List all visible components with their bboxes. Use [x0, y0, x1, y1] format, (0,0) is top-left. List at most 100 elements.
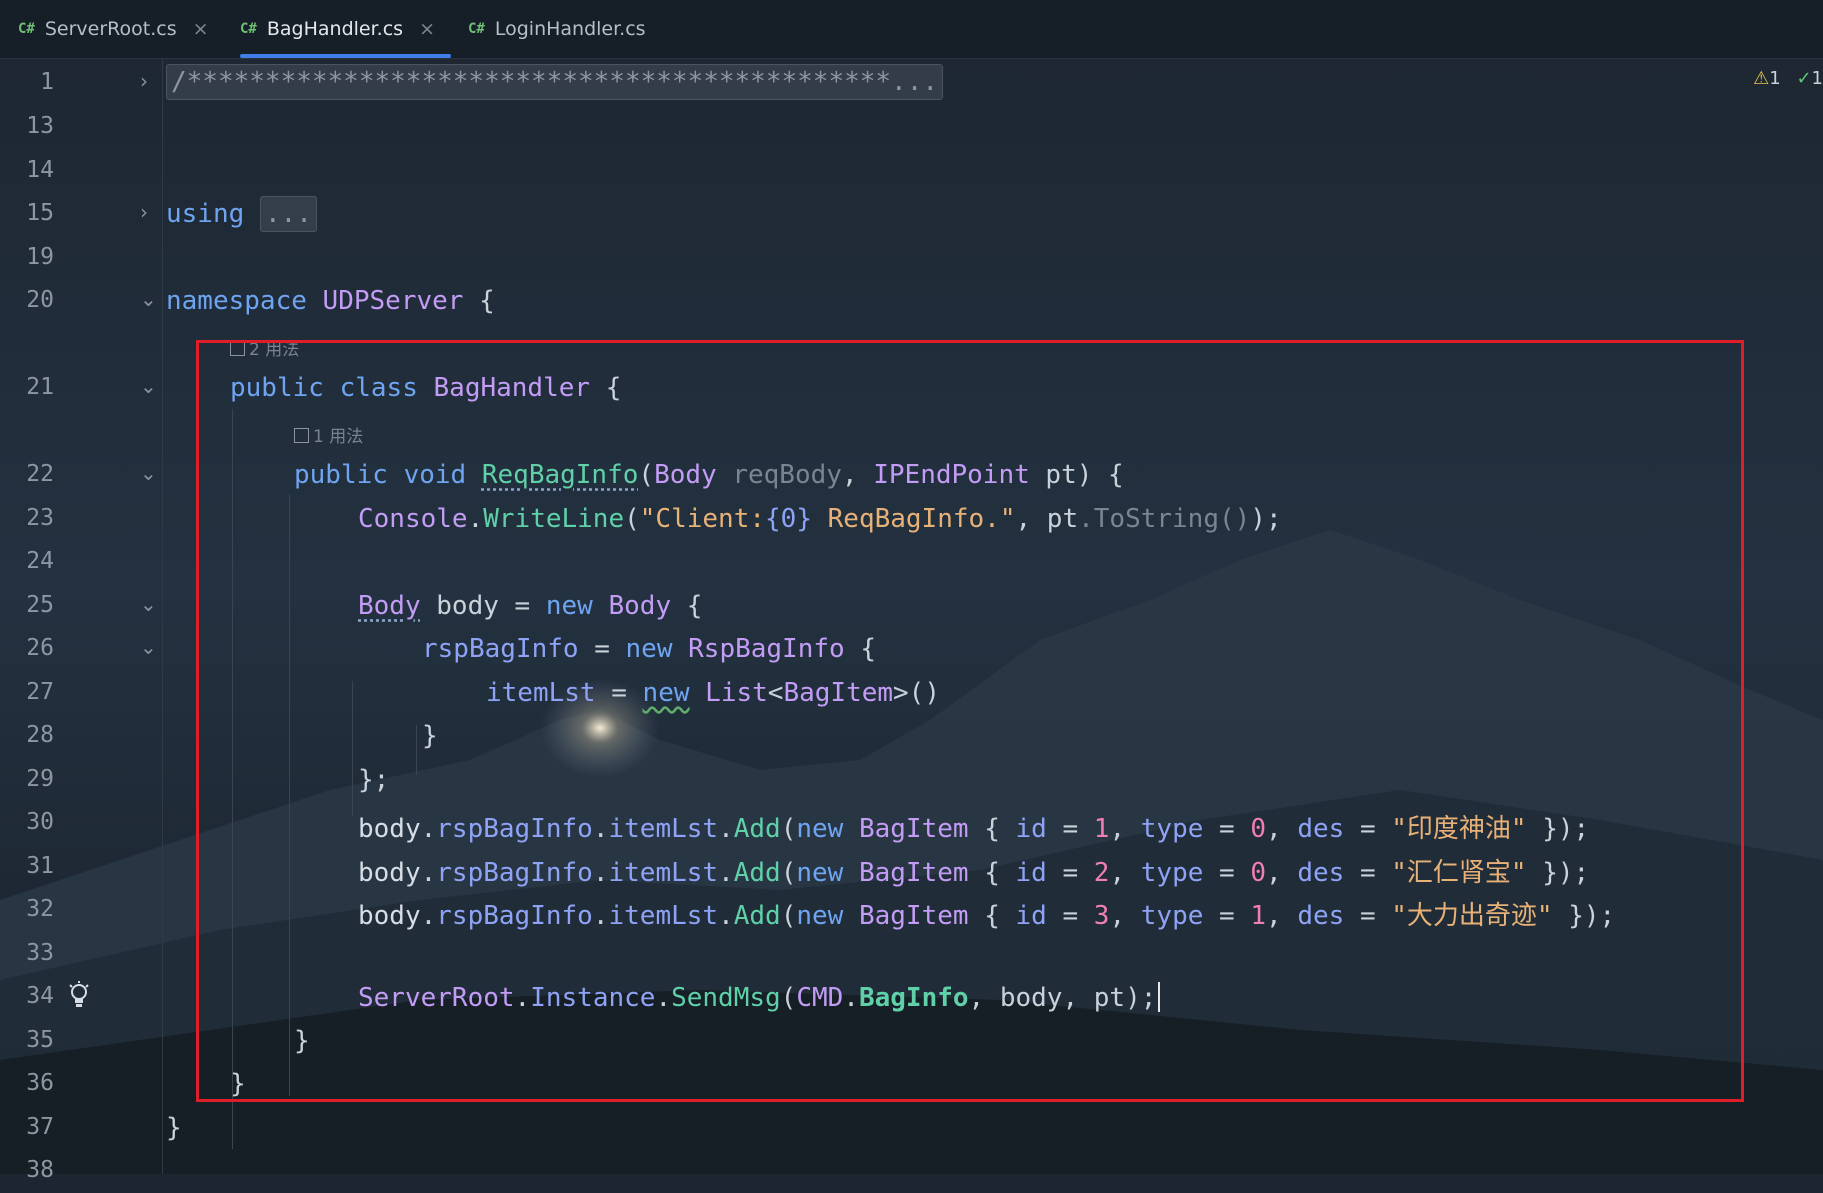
warning-count: 1 [1769, 68, 1781, 89]
tab-label: BagHandler.cs [266, 18, 404, 40]
line-number: 20 [26, 287, 54, 313]
editor-tab-bar: C# ServerRoot.cs × C# BagHandler.cs × C#… [0, 0, 1823, 59]
tab-label: LoginHandler.cs [494, 18, 646, 40]
text-caret [1158, 982, 1161, 1012]
line-number: 26 [26, 635, 54, 661]
close-icon[interactable]: × [419, 18, 435, 40]
itemlst-initializer: itemLst = new List<BagItem>() [486, 678, 940, 708]
line-number: 27 [26, 679, 54, 705]
line-number: 32 [26, 896, 54, 922]
line-number: 15 [26, 200, 54, 226]
closing-brace: } [166, 1113, 182, 1143]
line-number: 38 [26, 1157, 54, 1183]
line-number: 19 [26, 244, 54, 270]
usages-icon [294, 428, 309, 443]
code-line: 31 body.rspBagInfo.itemLst.Add(new BagIt… [0, 845, 1823, 889]
add-item-statement: body.rspBagInfo.itemLst.Add(new BagItem … [358, 858, 1590, 888]
line-number: 23 [26, 505, 54, 531]
code-line: 32 body.rspBagInfo.itemLst.Add(new BagIt… [0, 888, 1823, 932]
code-line: 22 ⌄ public void ReqBagInfo(Body reqBody… [0, 453, 1823, 497]
code-line: 34 ServerRoot.Instance.SendMsg(CMD.BagIn… [0, 975, 1823, 1019]
check-icon: ✓ [1796, 68, 1812, 89]
code-line: 28 } [0, 714, 1823, 758]
closing-brace: }; [358, 765, 390, 795]
method-declaration: public void ReqBagInfo(Body reqBody, IPE… [294, 460, 1124, 490]
ok-count: 1 [1811, 68, 1823, 89]
line-number: 1 [40, 69, 54, 95]
line-number: 24 [26, 548, 54, 574]
namespace-declaration: namespace UDPServer { [166, 286, 495, 316]
line-number: 37 [26, 1114, 54, 1140]
code-line: 30 body.rspBagInfo.itemLst.Add(new BagIt… [0, 801, 1823, 845]
line-number: 35 [26, 1027, 54, 1053]
body-declaration: Body body = new Body { [358, 591, 703, 621]
line-number: 21 [26, 374, 54, 400]
code-line: 19 [0, 236, 1823, 280]
fold-arrow-icon[interactable]: › [140, 69, 148, 93]
line-number: 22 [26, 461, 54, 487]
line-number: 33 [26, 940, 54, 966]
line-number: 25 [26, 592, 54, 618]
code-line: 27 itemLst = new List<BagItem>() [0, 671, 1823, 715]
code-line: 24 [0, 540, 1823, 584]
csharp-file-icon: C# [468, 21, 485, 37]
using-directive: using ... [166, 196, 317, 232]
closing-brace: } [294, 1026, 310, 1056]
usages-icon [230, 341, 245, 356]
fold-arrow-icon[interactable]: ⌄ [140, 592, 157, 616]
closing-brace: } [422, 721, 438, 751]
lightbulb-icon[interactable] [68, 981, 90, 1011]
code-line: 14 [0, 149, 1823, 193]
fold-arrow-icon[interactable]: ⌄ [140, 635, 157, 659]
fold-arrow-icon[interactable]: ⌄ [140, 287, 157, 311]
code-line: 13 [0, 105, 1823, 149]
tab-loginhandler[interactable]: C# LoginHandler.cs [468, 0, 646, 58]
code-line: 20 ⌄ namespace UDPServer { [0, 279, 1823, 323]
line-number: 14 [26, 157, 54, 183]
class-declaration: public class BagHandler { [230, 373, 622, 403]
add-item-statement: body.rspBagInfo.itemLst.Add(new BagItem … [358, 901, 1616, 931]
csharp-file-icon: C# [240, 21, 257, 37]
code-line: 36 } [0, 1062, 1823, 1106]
add-item-statement: body.rspBagInfo.itemLst.Add(new BagItem … [358, 814, 1590, 844]
code-line: 23 Console.WriteLine("Client:{0} ReqBagI… [0, 497, 1823, 541]
tab-serverroot[interactable]: C# ServerRoot.cs × [18, 0, 209, 58]
code-line: 33 [0, 932, 1823, 976]
indent-guide [232, 409, 233, 1149]
close-icon[interactable]: × [193, 18, 209, 40]
code-line: 35 } [0, 1019, 1823, 1063]
tab-label: ServerRoot.cs [44, 18, 177, 40]
indent-guide [416, 725, 417, 775]
line-number: 29 [26, 766, 54, 792]
line-number: 31 [26, 853, 54, 879]
line-number: 30 [26, 809, 54, 835]
line-number: 36 [26, 1070, 54, 1096]
indent-guide [352, 681, 353, 816]
folded-usings[interactable]: ... [259, 196, 317, 232]
code-line: 15 › using ... [0, 192, 1823, 236]
line-number: 28 [26, 722, 54, 748]
class-usages-hint[interactable]: 2 用法 [230, 335, 299, 360]
warning-icon: ⚠ [1753, 68, 1770, 89]
indent-guide [289, 494, 290, 1096]
fold-arrow-icon[interactable]: ⌄ [140, 461, 157, 485]
code-editor[interactable]: 1 › /***********************************… [0, 59, 1823, 1183]
code-line: 38 [0, 1149, 1823, 1193]
tab-baghandler[interactable]: C# BagHandler.cs × [240, 0, 451, 58]
line-number: 13 [26, 113, 54, 139]
code-line: 25 ⌄ Body body = new Body { [0, 584, 1823, 628]
inspection-widget[interactable]: ⚠1 ✓1 [1753, 68, 1823, 89]
code-line: 37 } [0, 1106, 1823, 1150]
code-line: 1 › /***********************************… [0, 61, 1823, 105]
code-line: 26 ⌄ rspBagInfo = new RspBagInfo { [0, 627, 1823, 671]
fold-arrow-icon[interactable]: ⌄ [140, 374, 157, 398]
method-usages-hint[interactable]: 1 用法 [294, 422, 363, 447]
folded-comment[interactable]: /***************************************… [166, 64, 944, 100]
code-line: 29 }; [0, 758, 1823, 802]
sendmsg-statement: ServerRoot.Instance.SendMsg(CMD.BagInfo,… [358, 982, 1161, 1013]
console-writeline-statement: Console.WriteLine("Client:{0} ReqBagInfo… [358, 504, 1282, 534]
code-line: 21 ⌄ public class BagHandler { [0, 366, 1823, 410]
csharp-file-icon: C# [18, 21, 35, 37]
line-number: 34 [26, 983, 54, 1009]
fold-arrow-icon[interactable]: › [140, 200, 148, 224]
